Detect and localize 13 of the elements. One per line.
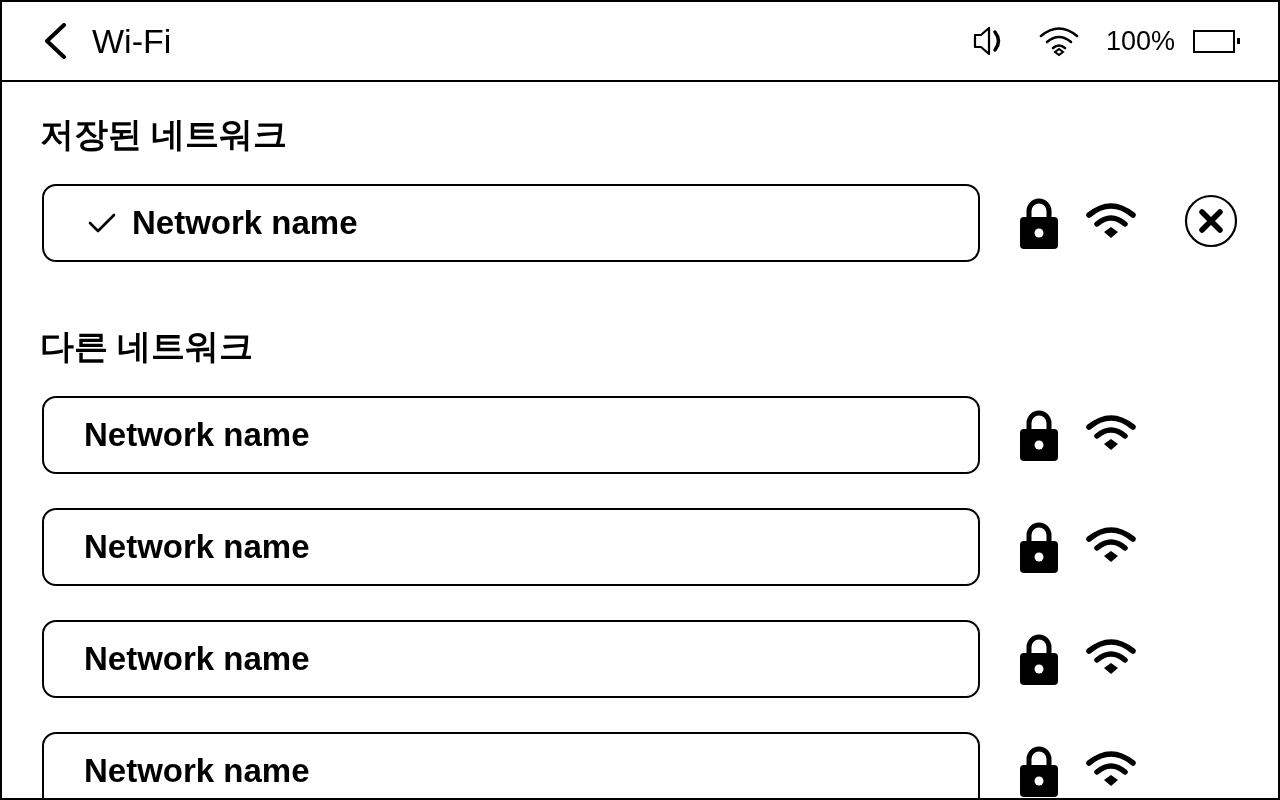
window-title: Wi-Fi	[92, 21, 172, 61]
network-item[interactable]: Network name	[42, 184, 980, 262]
network-item[interactable]: Network name	[42, 620, 980, 698]
remove-button[interactable]	[1184, 194, 1238, 248]
back-icon[interactable]	[42, 23, 68, 59]
battery-icon	[1193, 29, 1240, 53]
battery-percentage: 100%	[1105, 25, 1175, 57]
section-heading: 다른 네트워크	[40, 326, 255, 366]
network-item[interactable]: Network name	[42, 732, 980, 798]
section-heading: 저장된 네트워크	[40, 114, 289, 154]
network-item[interactable]: Network name	[42, 508, 980, 586]
network-item[interactable]: Network name	[42, 396, 980, 474]
wifi-icon	[1037, 25, 1080, 57]
